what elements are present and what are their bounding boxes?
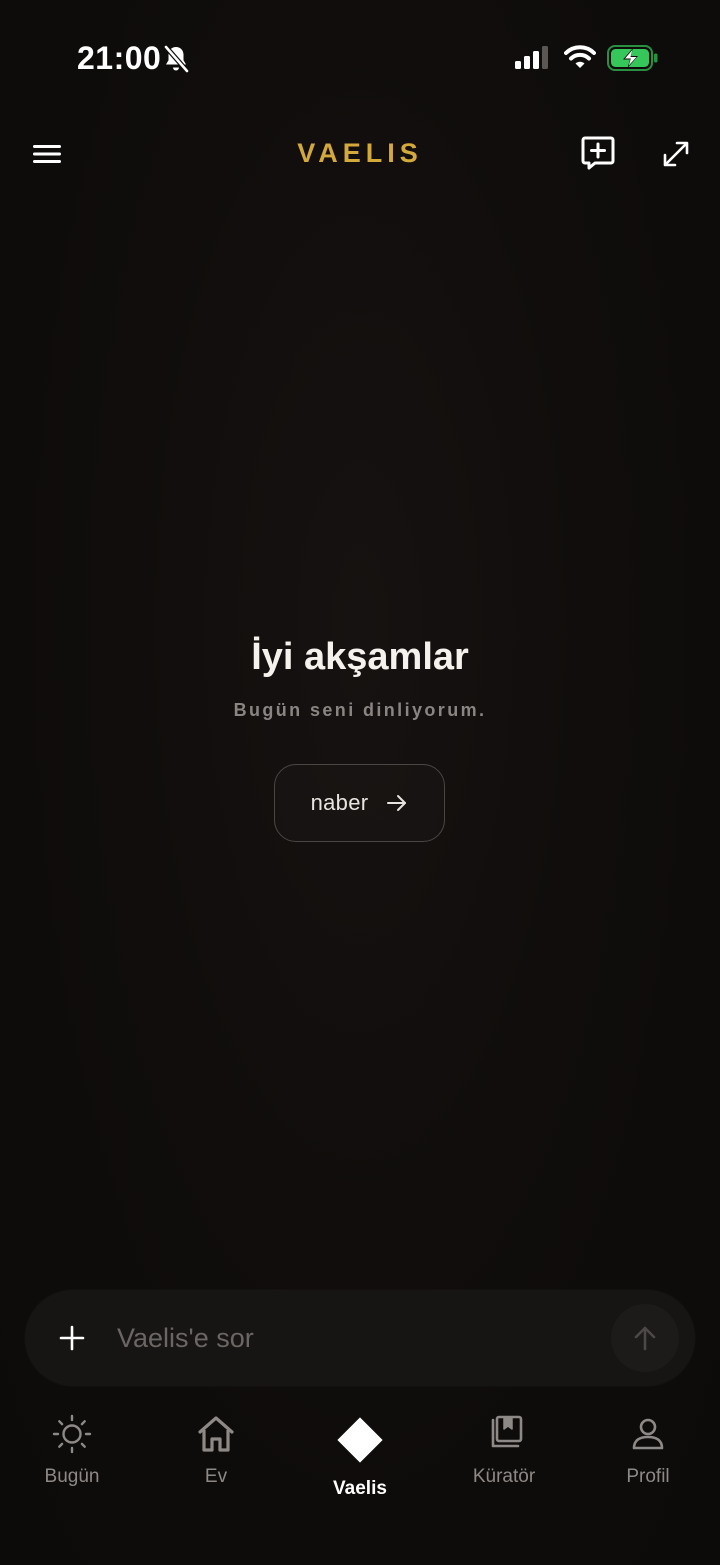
status-time: 21:00 bbox=[77, 40, 162, 76]
nav-item-profil[interactable]: Profil bbox=[576, 1412, 720, 1522]
nav-label: Bugün bbox=[44, 1466, 100, 1487]
arrow-up-icon bbox=[634, 1326, 656, 1351]
status-bar: 21:00 bbox=[0, 0, 720, 110]
arrow-right-icon bbox=[387, 795, 407, 811]
message-input[interactable] bbox=[117, 1316, 597, 1360]
nav-label: Ev bbox=[204, 1466, 228, 1487]
suggestion-chip[interactable]: naber bbox=[274, 764, 445, 842]
bookmark-library-icon bbox=[491, 1415, 523, 1448]
app-header: VAELIS bbox=[0, 120, 720, 190]
diamond-icon bbox=[337, 1417, 383, 1463]
greeting-subtitle: Bugün seni dinliyorum. bbox=[233, 700, 487, 720]
expand-icon[interactable] bbox=[660, 138, 692, 170]
message-composer bbox=[25, 1290, 695, 1386]
user-icon bbox=[632, 1418, 664, 1450]
cellular-signal-icon bbox=[515, 46, 548, 69]
send-button[interactable] bbox=[611, 1304, 679, 1372]
greeting-title: İyi akşamlar bbox=[251, 636, 469, 678]
battery-charging-icon bbox=[607, 45, 658, 71]
sun-icon bbox=[52, 1414, 92, 1454]
plus-icon[interactable] bbox=[57, 1320, 87, 1356]
nav-label: Küratör bbox=[472, 1466, 536, 1487]
nav-item-kurator[interactable]: Küratör bbox=[432, 1412, 576, 1522]
nav-item-bugun[interactable]: Bugün bbox=[0, 1412, 144, 1522]
wifi-icon bbox=[564, 45, 596, 68]
app-screen: 21:00 VAELIS İyi akşamlar Bugün seni din… bbox=[0, 0, 720, 1565]
new-chat-icon[interactable] bbox=[580, 134, 616, 172]
nav-item-ev[interactable]: Ev bbox=[144, 1412, 288, 1522]
home-icon bbox=[198, 1416, 234, 1452]
bell-off-icon bbox=[164, 45, 189, 73]
nav-label: Vaelis bbox=[333, 1478, 387, 1499]
suggestion-label: naber bbox=[310, 790, 369, 815]
bottom-nav: Bugün Ev Vaelis Küratör Profil bbox=[0, 1400, 720, 1565]
nav-item-vaelis[interactable]: Vaelis bbox=[288, 1412, 432, 1522]
nav-label: Profil bbox=[626, 1466, 670, 1487]
